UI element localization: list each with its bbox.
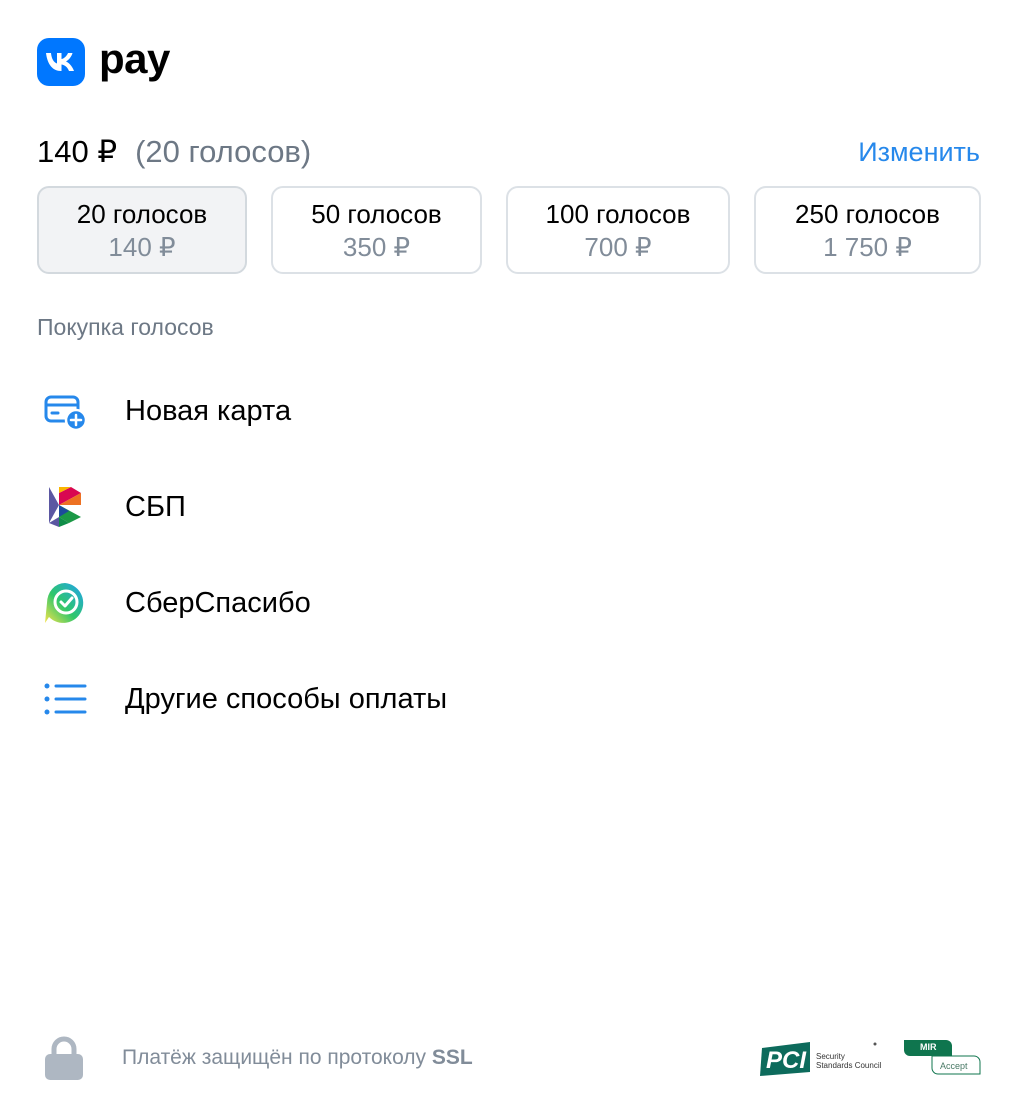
option-title: 20 голосов: [76, 199, 208, 229]
option-250-votes[interactable]: 250 голосов 1 750 ₽: [754, 186, 981, 274]
sbp-icon: [37, 479, 93, 535]
pci-badge: PCI Security Standards Council: [758, 1038, 882, 1078]
option-50-votes[interactable]: 50 голосов 350 ₽: [271, 186, 482, 274]
option-title: 100 голосов: [545, 199, 691, 229]
svg-text:PCI: PCI: [766, 1047, 807, 1074]
selected-votes: (20 голосов): [135, 134, 312, 169]
lock-icon: [44, 1035, 84, 1081]
option-price: 700 ₽: [584, 232, 652, 262]
payment-methods: Новая карта СБП СберСпасибо Другие спосо…: [37, 363, 977, 747]
pci-text-2: Standards Council: [816, 1061, 882, 1070]
mir-label: MIR: [920, 1042, 937, 1052]
secure-text: Платёж защищён по протоколу SSL: [122, 1046, 473, 1070]
method-other[interactable]: Другие способы оплаты: [37, 651, 977, 747]
option-title: 50 голосов: [311, 199, 442, 229]
option-100-votes[interactable]: 100 голосов 700 ₽: [506, 186, 730, 274]
method-label: Другие способы оплаты: [125, 682, 448, 715]
sberspasibo-icon: [37, 575, 93, 631]
mir-accept-badge: MIR Accept: [902, 1038, 982, 1078]
option-price: 350 ₽: [342, 232, 411, 262]
secure-protocol: SSL: [431, 1046, 473, 1069]
logo-text: pay: [99, 35, 170, 82]
method-sberspasibo[interactable]: СберСпасибо: [37, 555, 977, 651]
method-label: СБП: [125, 490, 186, 523]
selected-price: 140 ₽: [37, 134, 118, 169]
option-price: 1 750 ₽: [823, 232, 912, 262]
option-20-votes[interactable]: 20 голосов 140 ₽: [37, 186, 247, 274]
new-card-icon: [37, 383, 93, 439]
price-summary: 140 ₽ (20 голосов) Изменить: [37, 132, 980, 172]
security-footer: Платёж защищён по протоколу SSL PCI Secu…: [44, 1030, 982, 1086]
list-icon: [37, 671, 93, 727]
option-title: 250 голосов: [795, 199, 940, 229]
method-label: СберСпасибо: [125, 586, 311, 619]
option-price: 140 ₽: [108, 232, 176, 262]
pci-text-1: Security: [816, 1052, 845, 1061]
vk-pay-logo: pay: [37, 35, 170, 86]
method-new-card[interactable]: Новая карта: [37, 363, 977, 459]
secure-text-main: Платёж защищён по протоколу: [122, 1046, 427, 1069]
change-link[interactable]: Изменить: [858, 137, 980, 168]
method-label: Новая карта: [125, 394, 292, 427]
security-badges: PCI Security Standards Council MIR Accep…: [758, 1038, 982, 1078]
vk-pay-page: pay 140 ₽ (20 голосов) Изменить 20 голос…: [0, 0, 1020, 1105]
mir-accept-label: Accept: [940, 1061, 968, 1071]
method-sbp[interactable]: СБП: [37, 459, 977, 555]
vk-logo-icon: [37, 38, 85, 86]
section-title: Покупка голосов: [37, 314, 214, 340]
